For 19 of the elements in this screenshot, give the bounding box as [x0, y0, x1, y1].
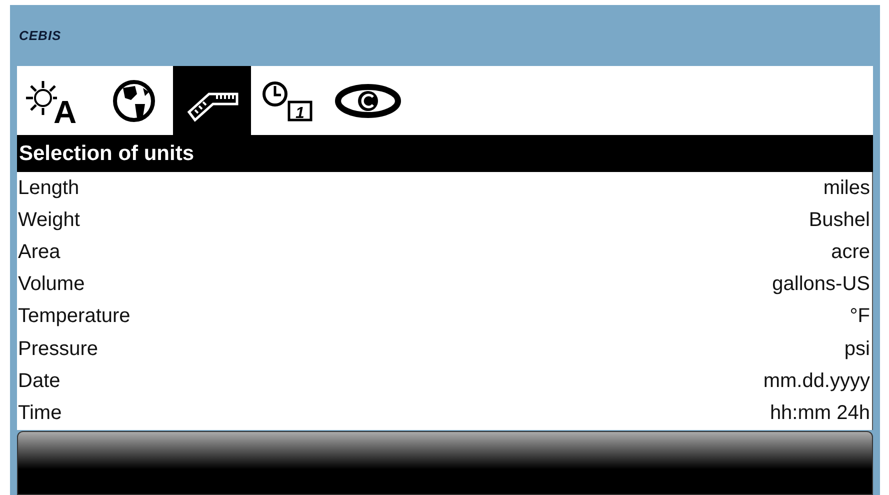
setting-value: psi	[844, 338, 870, 361]
setting-value: Bushel	[808, 208, 870, 232]
settings-tab[interactable]	[173, 66, 251, 135]
setting-value: miles	[823, 176, 870, 200]
setting-value: gallons-US	[772, 273, 870, 296]
app-title: CEBIS	[19, 28, 62, 43]
setting-value: °F	[850, 305, 870, 328]
setting-label: Volume	[18, 273, 85, 296]
setting-value: hh:mm 24h	[770, 402, 870, 425]
setting-value: mm.dd.yyyy	[763, 370, 870, 393]
setting-label: Weight	[18, 208, 80, 232]
setting-label: Area	[18, 240, 60, 264]
setting-label: Pressure	[18, 338, 98, 361]
setting-label: Time	[18, 402, 62, 425]
setting-label: Length	[18, 176, 80, 200]
setting-label: Temperature	[18, 305, 130, 328]
setting-value: acre	[831, 240, 870, 264]
setting-label: Date	[18, 370, 60, 393]
section-heading: Selection of units	[17, 135, 873, 172]
